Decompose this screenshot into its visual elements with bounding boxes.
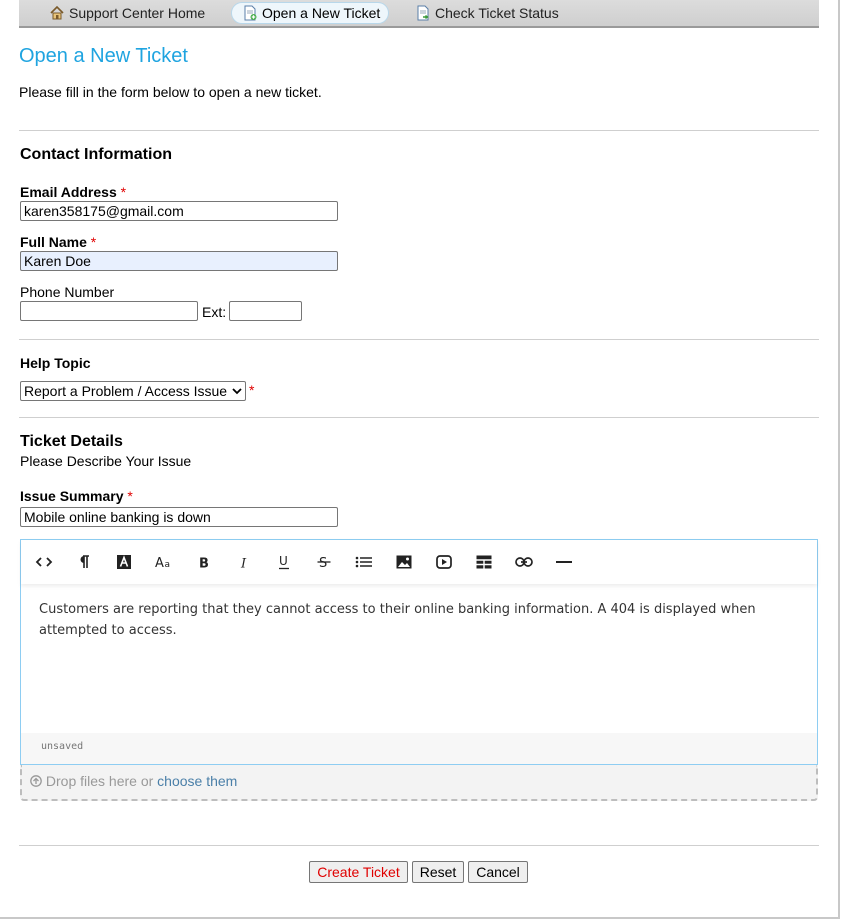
font-size-icon[interactable]: Aa [154, 552, 174, 572]
required-marker: * [120, 184, 127, 200]
ticket-status-icon [417, 5, 429, 21]
divider [19, 130, 819, 131]
divider [19, 339, 819, 340]
italic-icon[interactable]: I [234, 552, 254, 572]
new-ticket-icon [244, 5, 257, 21]
strikethrough-icon[interactable]: S [314, 552, 334, 572]
help-topic-selected: Report a Problem / Access Issue [24, 383, 228, 399]
nav-open-new-ticket[interactable]: Open a New Ticket [231, 2, 390, 24]
svg-text:U: U [279, 554, 288, 568]
email-label-text: Email Address [20, 184, 117, 200]
editor-text-area[interactable]: Customers are reporting that they cannot… [39, 599, 809, 641]
issue-summary-field[interactable]: Mobile online banking is down [20, 507, 338, 527]
full-name-label-text: Full Name [20, 234, 87, 250]
divider [19, 845, 819, 846]
paragraph-format-icon[interactable] [74, 552, 94, 572]
page: Support Center Home Open a New Ticket Ch… [0, 0, 840, 919]
home-icon [50, 5, 64, 20]
unordered-list-icon[interactable] [354, 552, 374, 572]
horizontal-rule-icon[interactable] [554, 552, 574, 572]
email-label: Email Address * [20, 184, 126, 200]
svg-text:I: I [240, 557, 247, 570]
chevron-down-icon [232, 388, 242, 395]
insert-image-icon[interactable] [394, 552, 414, 572]
cancel-button[interactable]: Cancel [468, 861, 528, 883]
editor-status-text: unsaved [41, 741, 84, 752]
svg-text:B: B [199, 557, 209, 570]
required-marker: * [127, 488, 133, 504]
dropzone-text: Drop files here or [45, 773, 154, 789]
font-color-icon[interactable] [114, 552, 134, 572]
top-nav: Support Center Home Open a New Ticket Ch… [19, 0, 819, 28]
divider [19, 417, 819, 418]
dropzone-message: Drop files here or choose them [30, 773, 237, 789]
phone-field[interactable] [20, 301, 198, 321]
svg-text:A: A [155, 556, 164, 569]
create-ticket-button[interactable]: Create Ticket [309, 861, 408, 883]
nav-check-ticket-status[interactable]: Check Ticket Status [405, 3, 567, 23]
required-marker: * [249, 382, 255, 398]
email-field[interactable]: karen358175@gmail.com [20, 201, 338, 221]
nav-support-center-home[interactable]: Support Center Home [39, 3, 213, 23]
insert-video-icon[interactable] [434, 552, 454, 572]
page-title: Open a New Ticket [19, 45, 188, 67]
help-topic-heading: Help Topic [20, 355, 91, 371]
ext-label: Ext: [202, 304, 227, 320]
full-name-field[interactable]: Karen Doe [20, 251, 338, 271]
rich-text-editor: Aa B I U S Customers are reporting that … [20, 539, 818, 765]
help-topic-select[interactable]: Report a Problem / Access Issue [20, 381, 246, 401]
ticket-details-heading: Ticket Details [20, 433, 123, 450]
nav-label: Support Center Home [69, 5, 206, 21]
nav-label: Open a New Ticket [262, 5, 381, 21]
issue-summary-label-text: Issue Summary [20, 488, 124, 504]
svg-text:S: S [319, 556, 327, 570]
nav-label: Check Ticket Status [435, 5, 559, 21]
code-view-icon[interactable] [34, 552, 54, 572]
insert-table-icon[interactable] [474, 552, 494, 572]
ticket-details-subheading: Please Describe Your Issue [20, 453, 192, 469]
upload-icon [30, 775, 42, 787]
insert-link-icon[interactable] [514, 552, 534, 572]
svg-text:a: a [165, 560, 171, 569]
choose-files-link[interactable]: choose them [157, 773, 237, 789]
issue-summary-label: Issue Summary * [20, 488, 133, 504]
editor-toolbar: Aa B I U S [21, 540, 817, 584]
contact-heading: Contact Information [20, 146, 172, 163]
file-dropzone[interactable]: Drop files here or choose them [20, 765, 818, 801]
required-marker: * [90, 234, 97, 250]
underline-icon[interactable]: U [274, 552, 294, 572]
phone-label: Phone Number [20, 284, 115, 300]
reset-button[interactable]: Reset [412, 861, 464, 883]
ext-field[interactable] [229, 301, 302, 321]
bold-icon[interactable]: B [194, 552, 214, 572]
editor-status-bar: unsaved [21, 733, 817, 764]
intro-text: Please fill in the form below to open a … [19, 84, 322, 100]
full-name-label: Full Name * [20, 234, 96, 250]
